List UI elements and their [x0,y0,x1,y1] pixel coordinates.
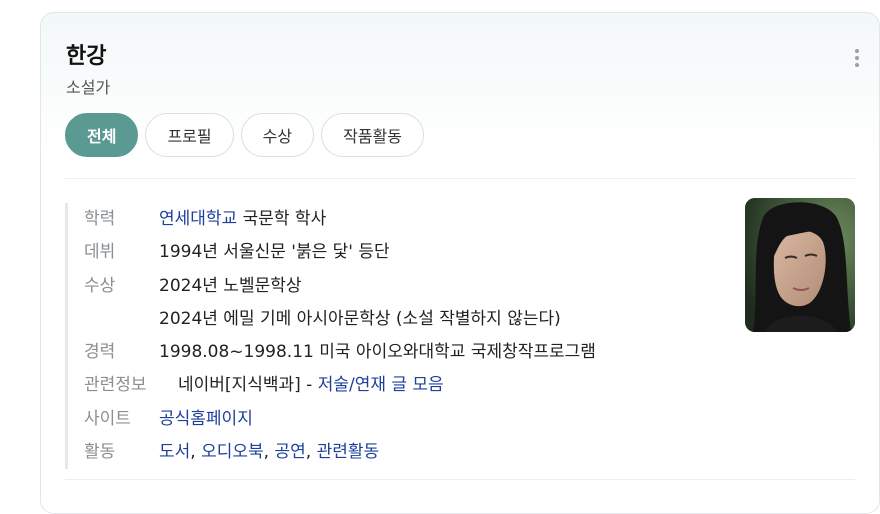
tab-awards[interactable]: 수상 [240,113,315,157]
tab-all[interactable]: 전체 [65,113,139,157]
education-detail: 국문학 학사 [237,209,327,229]
info-row-debut: 데뷔 1994년 서울신문 '붉은 닻' 등단 [68,236,708,269]
info-row-career: 경력 1998.08~1998.11 미국 아이오와대학교 국제창작프로그램 [68,336,708,369]
info-label: 관련정보 [84,375,147,396]
info-label: 데뷔 [84,242,116,263]
related-source: 네이버[지식백과] - [178,375,318,396]
entity-name: 한강 [66,44,107,69]
profile-card: 한강 소설가 전체 프로필 수상 작품활동 학력 연세대학교 국문학 학사 데뷔… [40,12,880,514]
activity-link-books[interactable]: 도서 [159,442,190,462]
more-options-icon[interactable] [855,49,859,70]
debut-value: 1994년 서울신문 '붉은 닻' 등단 [159,242,390,263]
info-row-site: 사이트 공식홈페이지 [68,403,708,436]
info-label: 사이트 [84,408,131,429]
separator: , [305,442,317,463]
tab-works[interactable]: 작품활동 [321,113,424,157]
info-row-awards-2: 2024년 에밀 기메 아시아문학상 (소설 작별하지 않는다) [68,303,708,336]
separator: , [190,442,202,463]
tab-bar: 전체 프로필 수상 작품활동 [65,113,424,157]
activity-link-performances[interactable]: 공연 [274,442,305,462]
award-item: 2024년 에밀 기메 아시아문학상 (소설 작별하지 않는다) [159,308,561,329]
divider [65,479,855,480]
info-list: 학력 연세대학교 국문학 학사 데뷔 1994년 서울신문 '붉은 닻' 등단 … [65,203,708,470]
info-label: 학력 [84,209,116,229]
award-item: 2024년 노벨문학상 [159,275,302,296]
info-row-education: 학력 연세대학교 국문학 학사 [68,203,708,236]
career-value: 1998.08~1998.11 미국 아이오와대학교 국제창작프로그램 [159,342,596,363]
tab-profile[interactable]: 프로필 [145,113,234,157]
related-link[interactable]: 저술/연재 글 모음 [318,375,444,395]
portrait-image [745,198,855,332]
info-row-awards: 수상 2024년 노벨문학상 [68,270,708,303]
info-label: 경력 [84,342,116,363]
separator: , [263,442,275,463]
divider [65,178,855,179]
info-row-activity: 활동 도서, 오디오북, 공연, 관련활동 [68,436,708,469]
school-link[interactable]: 연세대학교 [159,209,237,229]
profile-photo[interactable] [745,198,855,332]
activity-link-related[interactable]: 관련활동 [317,442,380,462]
entity-subtitle: 소설가 [66,78,111,97]
activity-link-audiobooks[interactable]: 오디오북 [201,442,264,462]
info-row-related: 관련정보 네이버[지식백과] - 저술/연재 글 모음 [68,369,708,402]
info-label: 수상 [84,275,116,296]
info-label: 활동 [84,442,116,463]
homepage-link[interactable]: 공식홈페이지 [159,409,253,429]
